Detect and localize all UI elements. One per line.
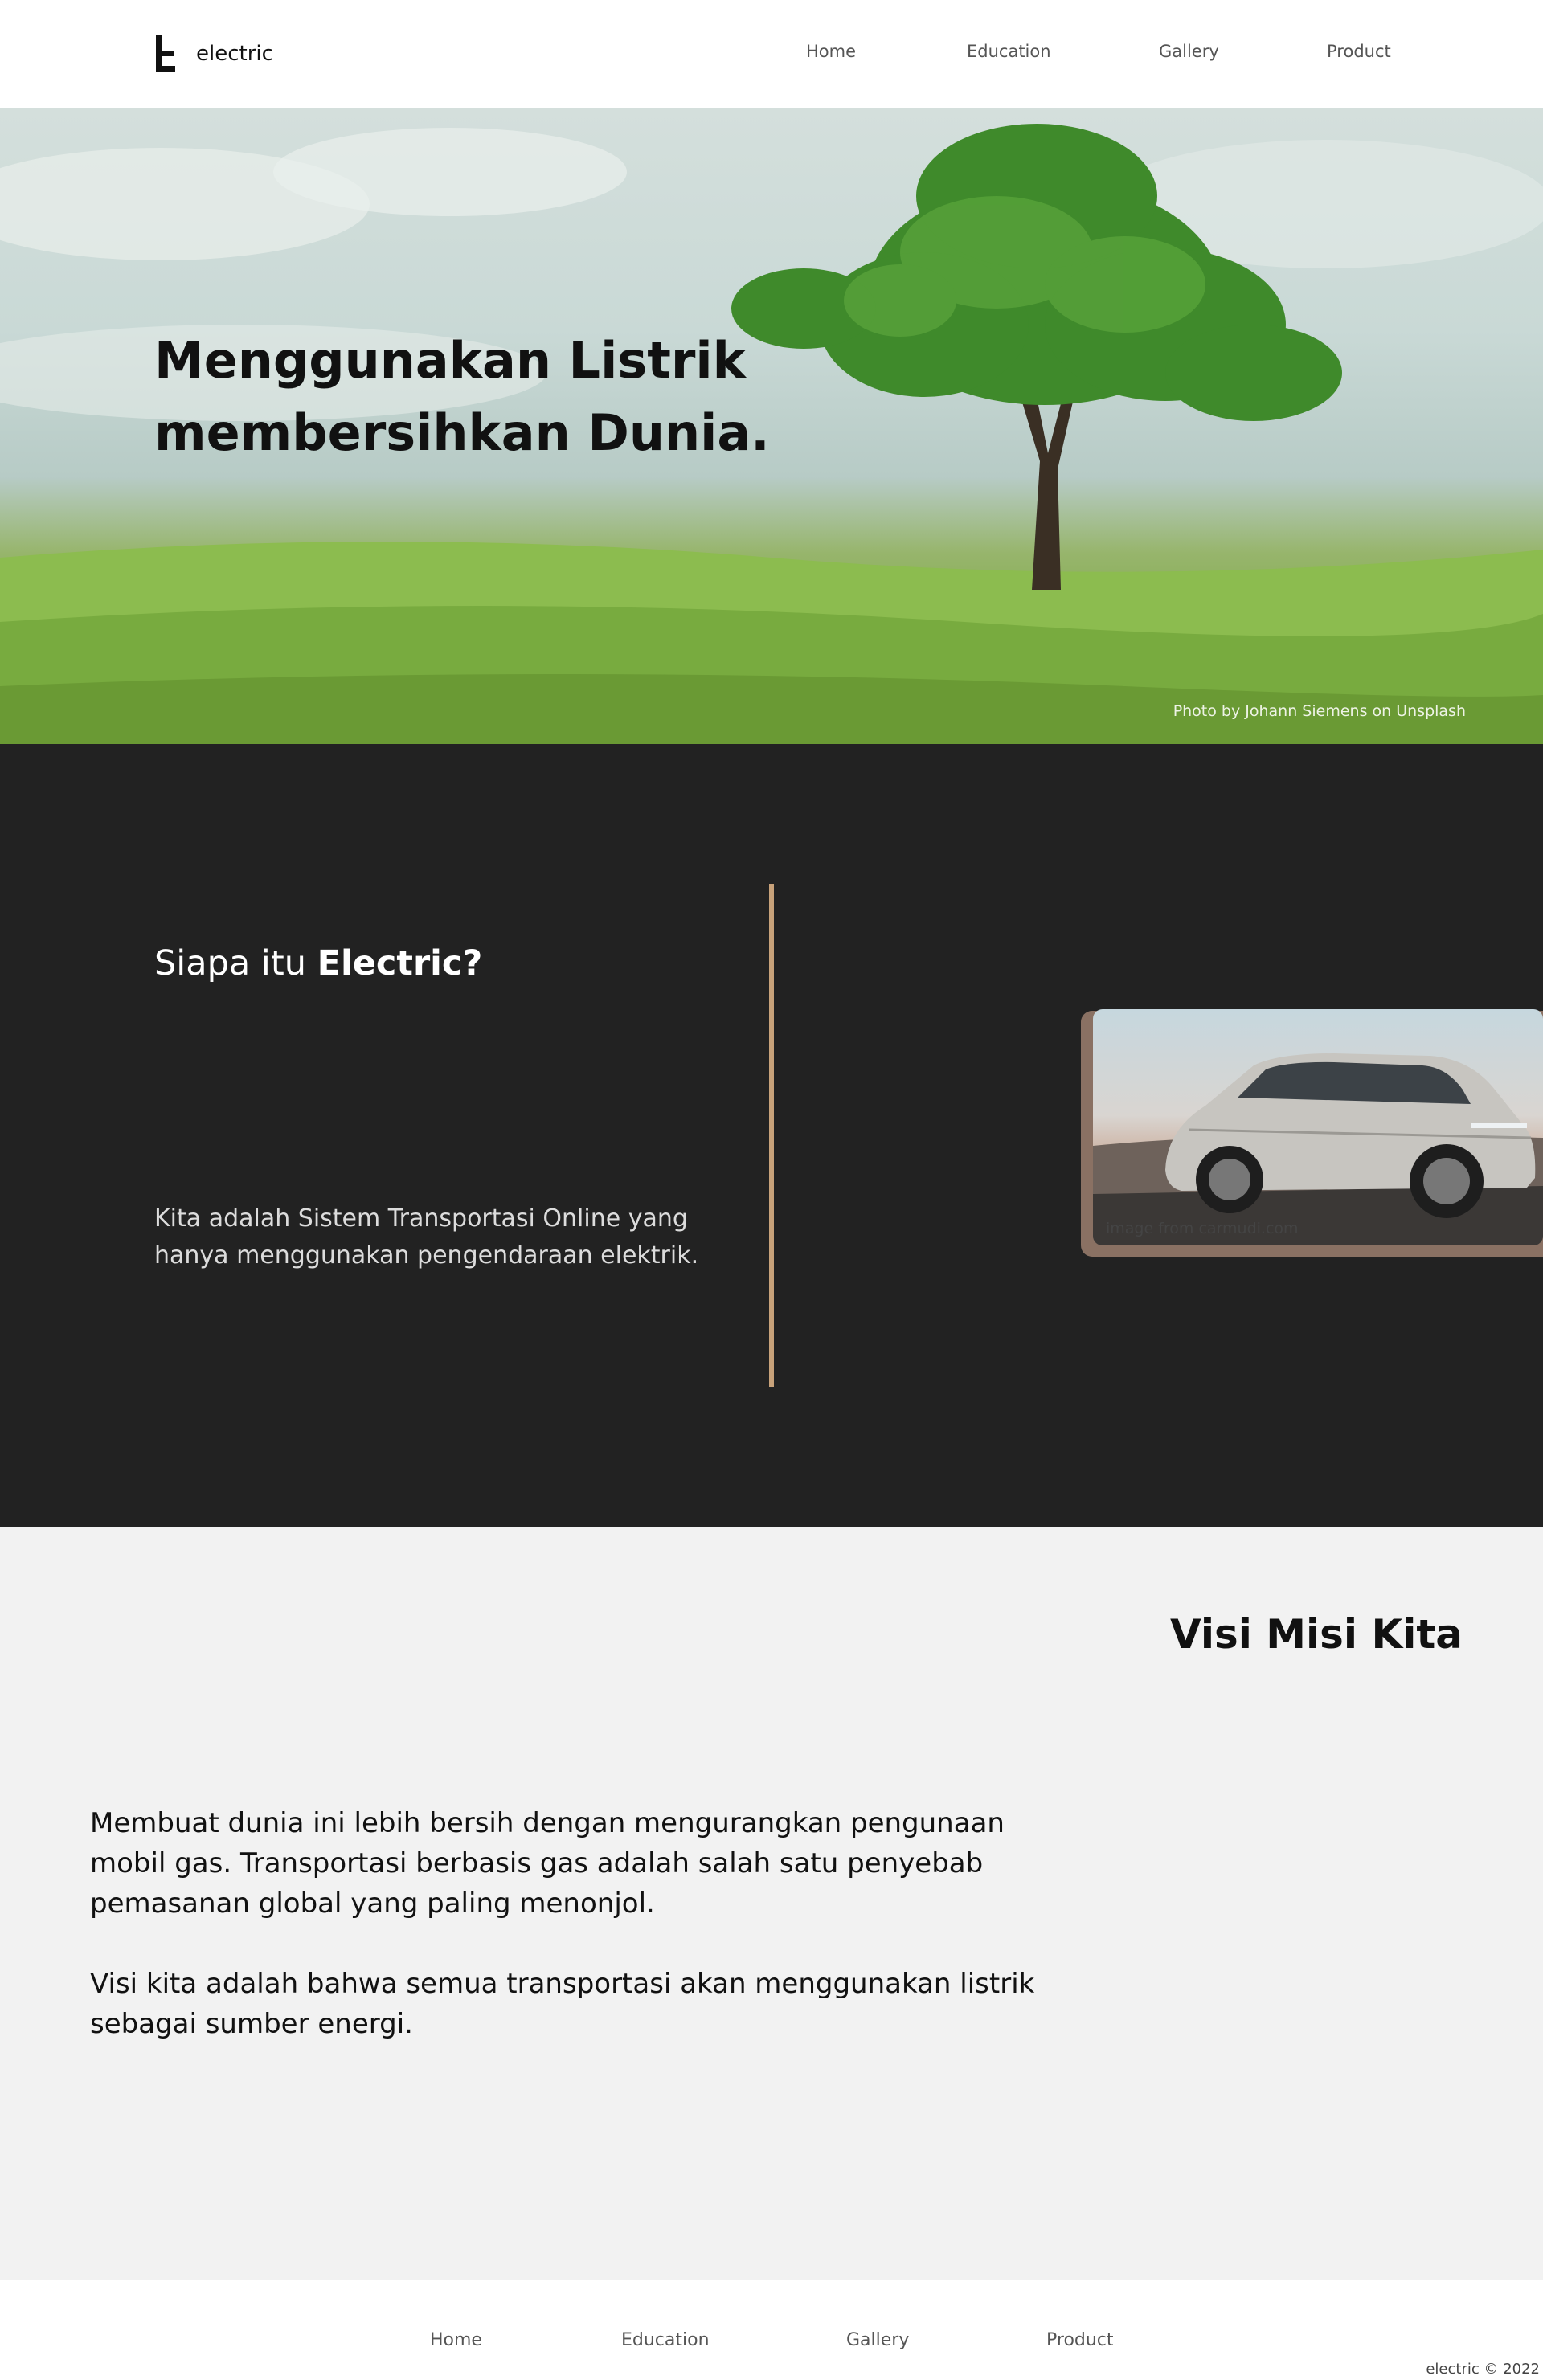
vision-title: Visi Misi Kita: [1170, 1611, 1463, 1658]
vision-text: Membuat dunia ini lebih bersih dengan me…: [90, 1803, 1054, 2084]
car-image: image from carmudi.com: [1093, 1009, 1543, 1245]
logo-icon: [154, 35, 175, 72]
brand-name: electric: [196, 42, 273, 66]
about-heading: Siapa itu Electric?: [154, 943, 482, 983]
hero-title: Menggunakan Listrik membersihkan Dunia.: [154, 325, 770, 469]
hero-section: Menggunakan Listrik membersihkan Dunia. …: [0, 108, 1543, 744]
site-footer: Home Education Gallery Product electric …: [0, 2280, 1543, 2380]
vision-paragraph-1: Membuat dunia ini lebih bersih dengan me…: [90, 1807, 1005, 1920]
footer-nav-education[interactable]: Education: [621, 2330, 710, 2350]
vision-paragraph-2: Visi kita adalah bahwa semua transportas…: [90, 1968, 1035, 2040]
vertical-divider: [769, 884, 774, 1387]
nav-home[interactable]: Home: [806, 42, 856, 61]
about-heading-prefix: Siapa itu: [154, 943, 317, 983]
hero-photo-credit: Photo by Johann Siemens on Unsplash: [1173, 702, 1466, 720]
footer-nav-gallery[interactable]: Gallery: [846, 2330, 909, 2350]
nav-gallery[interactable]: Gallery: [1159, 42, 1219, 61]
about-text: Kita adalah Sistem Transportasi Online y…: [154, 1204, 699, 1270]
nav-education[interactable]: Education: [967, 42, 1051, 61]
copyright: electric © 2022: [1426, 2361, 1540, 2378]
car-illustration: [1093, 1053, 1543, 1245]
nav-product[interactable]: Product: [1327, 42, 1391, 61]
site-header: electric Home Education Gallery Product: [0, 0, 1543, 108]
hero-title-line1: Menggunakan Listrik: [154, 331, 746, 390]
footer-nav-home[interactable]: Home: [430, 2330, 482, 2350]
brand-logo[interactable]: electric: [154, 35, 273, 72]
footer-nav-product[interactable]: Product: [1046, 2330, 1114, 2350]
hero-title-line2: membersihkan Dunia.: [154, 403, 770, 462]
vision-section: Visi Misi Kita Membuat dunia ini lebih b…: [0, 1527, 1543, 2280]
about-section: Siapa itu Electric? Kita adalah Sistem T…: [0, 744, 1543, 1527]
car-image-credit: image from carmudi.com: [1106, 1220, 1299, 1237]
about-heading-bold: Electric?: [317, 943, 483, 983]
